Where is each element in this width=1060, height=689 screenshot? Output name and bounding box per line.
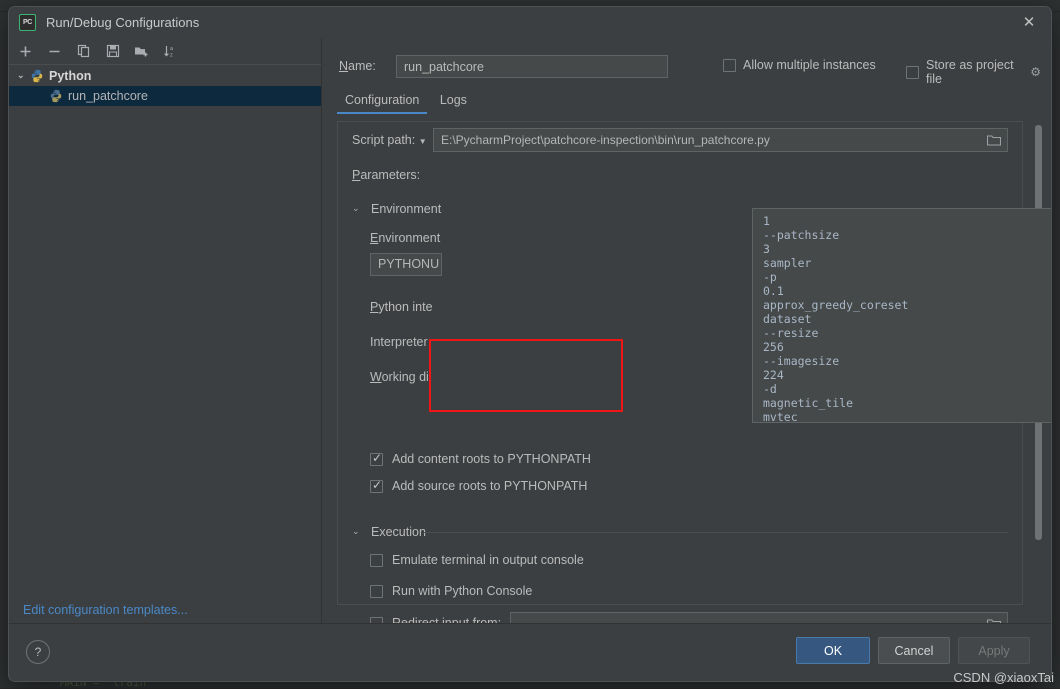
run-debug-configurations-dialog: PC Run/Debug Configurations ✕ [8,6,1052,682]
python-icon [49,89,63,103]
parameters-expanded-editor[interactable]: 1 --patchsize 3 sampler -p 0.1 approx_gr… [752,208,1051,423]
configurations-tree-pane: a z ⌄ Python [9,38,322,623]
save-configuration-button[interactable] [103,42,122,61]
add-content-roots-label: Add content roots to PYTHONPATH [392,452,591,466]
execution-section-label: Execution [371,525,426,539]
checkbox-box[interactable] [370,554,383,567]
dialog-title: Run/Debug Configurations [46,15,199,30]
dialog-footer: ? OK Cancel Apply [9,623,1051,681]
sort-alphabetically-icon[interactable]: a z [161,42,180,61]
checkbox-box[interactable] [723,59,736,72]
run-with-python-console-label: Run with Python Console [392,584,532,598]
environment-variables-value: PYTHONU [378,257,439,271]
copy-button[interactable] [74,42,93,61]
environment-variables-field[interactable]: PYTHONU [370,253,442,276]
chevron-down-icon[interactable]: ⌄ [352,526,365,537]
environment-variables-label: Environment [370,231,440,245]
script-path-value: E:\PycharmProject\patchcore-inspection\b… [441,133,770,147]
chevron-down-icon[interactable]: ⌄ [352,203,365,214]
add-source-roots-checkbox[interactable]: Add source roots to PYTHONPATH [370,479,587,493]
sidebar-item-label: run_patchcore [68,89,148,103]
apply-button: Apply [958,637,1030,664]
allow-multiple-instances-checkbox[interactable]: Allow multiple instances [723,58,876,72]
python-icon [30,69,44,83]
store-as-project-file-checkbox[interactable]: Store as project file ⚙ [906,58,1041,86]
checkbox-box[interactable] [370,585,383,598]
svg-text:z: z [170,53,173,59]
configuration-editor-pane: Name: Allow multiple instances Store as … [323,38,1051,623]
checkbox-box[interactable] [906,66,919,79]
parameters-value[interactable]: 1 --patchsize 3 sampler -p 0.1 approx_gr… [763,214,908,423]
edit-configuration-templates-link[interactable]: Edit configuration templates... [23,603,188,617]
dialog-body: a z ⌄ Python [9,38,1051,681]
emulate-terminal-checkbox[interactable]: Emulate terminal in output console [370,553,584,567]
checkbox-box[interactable] [370,480,383,493]
help-button[interactable]: ? [26,640,50,664]
store-as-project-file-label: Store as project file [926,58,1017,86]
sidebar-item-run-patchcore[interactable]: run_patchcore [9,86,321,106]
tree-toolbar: a z [9,38,321,65]
ok-button[interactable]: OK [796,637,870,664]
script-path-field[interactable]: E:\PycharmProject\patchcore-inspection\b… [433,128,1008,152]
name-label: Name: [339,59,376,73]
pycharm-logo-icon: PC [19,14,36,31]
cancel-button[interactable]: Cancel [878,637,950,664]
redirect-input-label: Redirect input from: [392,616,501,623]
run-with-python-console-checkbox[interactable]: Run with Python Console [370,584,532,598]
parameters-label: Parameters: [352,168,420,182]
interpreter-options-label: Interpreter [370,335,428,349]
chevron-down-icon[interactable]: ▼ [419,137,427,146]
tree-group-python[interactable]: ⌄ Python [9,66,321,86]
tree-group-label: Python [49,69,91,83]
execution-section-header[interactable]: ⌄ Execution [352,525,426,539]
tab-logs[interactable]: Logs [432,90,475,114]
close-icon[interactable]: ✕ [1021,15,1037,31]
remove-button[interactable] [45,42,64,61]
checkbox-box[interactable] [370,453,383,466]
tab-configuration[interactable]: Configuration [337,90,427,114]
csdn-watermark: CSDN @xiaoxTai [953,670,1054,685]
environment-section-header[interactable]: ⌄ Environment [352,202,441,216]
editor-tabs: Configuration Logs [337,90,1041,117]
add-button[interactable] [16,42,35,61]
configurations-tree: ⌄ Python run_patchcore [9,66,321,623]
redirect-input-checkbox[interactable]: Redirect input from: [370,616,501,623]
script-path-label[interactable]: Script path: ▼ [352,133,427,147]
python-interpreter-label: Python inte [370,300,433,314]
section-divider [424,532,1008,533]
new-folder-icon[interactable] [132,42,151,61]
chevron-down-icon[interactable]: ⌄ [17,70,30,81]
environment-section-label: Environment [371,202,441,216]
add-content-roots-checkbox[interactable]: Add content roots to PYTHONPATH [370,452,591,466]
emulate-terminal-label: Emulate terminal in output console [392,553,584,567]
gear-icon[interactable]: ⚙ [1030,65,1041,79]
allow-multiple-instances-label: Allow multiple instances [743,58,876,72]
name-row: Name: Allow multiple instances Store as … [339,55,1041,79]
name-input[interactable] [396,55,668,78]
add-source-roots-label: Add source roots to PYTHONPATH [392,479,587,493]
folder-icon[interactable] [987,134,1001,146]
redirect-input-field[interactable] [510,612,1008,623]
dialog-titlebar: PC Run/Debug Configurations ✕ [9,7,1051,38]
working-directory-label: Working di [370,370,429,384]
svg-text:a: a [170,46,174,52]
